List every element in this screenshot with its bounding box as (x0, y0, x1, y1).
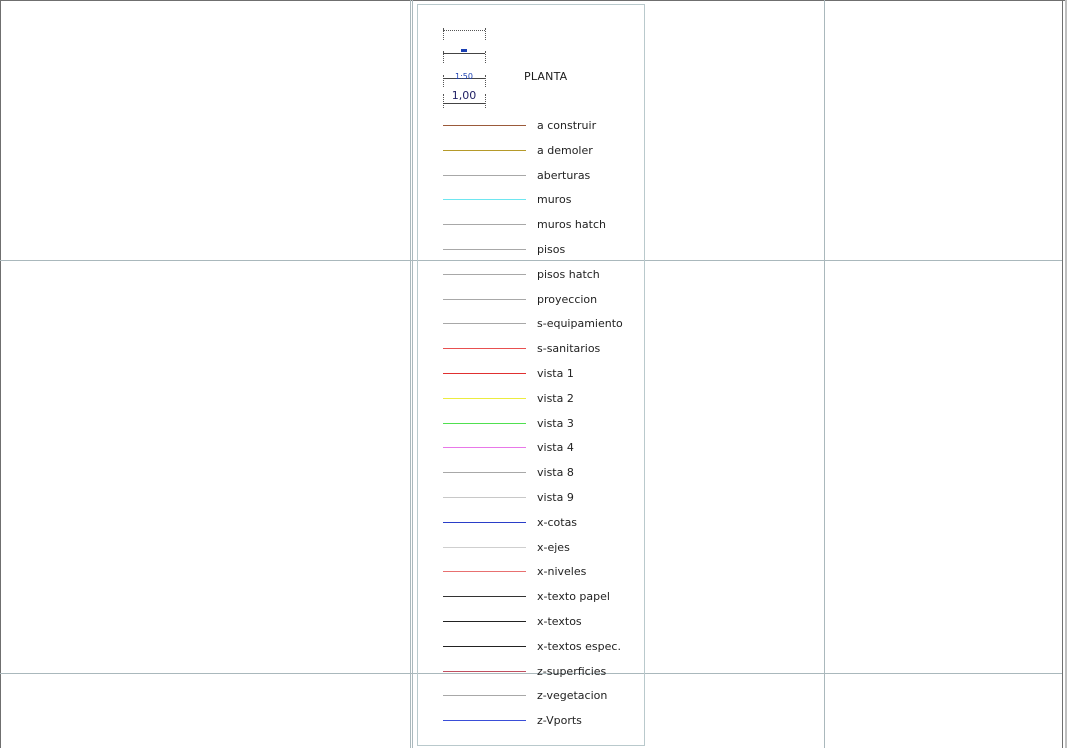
layer-name: x-texto papel (537, 590, 610, 604)
drawing-canvas: 1:50 1,00 PLANTA a construir a demoler abe… (0, 0, 1067, 748)
layer-name: pisos (537, 243, 566, 256)
layer-line-swatch (443, 373, 526, 374)
layer-name: aberturas (537, 168, 591, 182)
layer-name: s-sanitarios (537, 342, 601, 356)
layer-line-swatch (443, 645, 526, 647)
layer-name: muros (537, 193, 572, 207)
grid-line-vertical-1 (410, 0, 411, 748)
layer-line-swatch (443, 422, 526, 424)
layer-name: a demoler (537, 143, 593, 157)
sheet-border-left (0, 0, 1, 748)
layer-line-swatch (443, 174, 526, 176)
sheet-border-right (1062, 0, 1063, 748)
layer-row: proyeccion (443, 293, 643, 307)
layer-row: x-textos (443, 615, 643, 629)
layer-line-swatch (443, 249, 526, 250)
layer-name: z-vegetacion (537, 689, 608, 703)
layer-line-swatch (443, 397, 526, 399)
layer-row: a construir (443, 119, 643, 133)
grid-line-vertical-3 (824, 0, 825, 748)
layer-row: aberturas (443, 169, 643, 183)
layer-line-swatch (443, 298, 526, 300)
layer-line-swatch (443, 670, 526, 672)
dimension-tick-right (485, 51, 486, 63)
layer-name: z-Vports (537, 714, 582, 728)
scale-label: 1:50 (455, 72, 473, 81)
dimension-marker (461, 49, 467, 52)
legend-title: PLANTA (524, 70, 568, 83)
layer-line-swatch (443, 497, 526, 498)
layer-name: vista 3 (537, 416, 574, 430)
scale-dimension: 1,00 (442, 90, 488, 112)
scale-dimension (442, 49, 488, 65)
layer-line-swatch (443, 199, 526, 201)
layer-name: vista 9 (537, 491, 574, 504)
layer-name: pisos hatch (537, 267, 600, 281)
layer-line-swatch (443, 273, 526, 275)
layer-line-swatch (443, 720, 526, 722)
dimension-line (443, 53, 485, 54)
dimension-tick-right (485, 28, 486, 40)
layer-row: vista 1 (443, 367, 643, 381)
layer-row: s-equipamiento (443, 317, 643, 331)
layer-row: vista 9 (443, 491, 643, 505)
layer-line-swatch (443, 224, 526, 226)
layer-row: x-niveles (443, 565, 643, 579)
grid-line-vertical-2 (412, 0, 413, 748)
layer-name: x-ejes (537, 540, 570, 554)
dimension-line (443, 30, 485, 31)
layer-line-swatch (443, 571, 526, 573)
layer-row: vista 8 (443, 466, 643, 480)
layer-name: x-niveles (537, 565, 587, 579)
layer-line-swatch (443, 546, 526, 548)
dimension-line (443, 103, 485, 104)
layer-row: pisos (443, 243, 643, 257)
layer-name: x-textos (537, 615, 582, 628)
layer-row: x-texto papel (443, 590, 643, 604)
layer-name: a construir (537, 119, 597, 132)
layer-line-swatch (443, 472, 526, 474)
layer-line-swatch (443, 596, 526, 598)
layer-line-swatch (443, 348, 526, 350)
layer-name: z-superficies (537, 664, 607, 678)
layer-name: muros hatch (537, 218, 606, 232)
layer-row: z-superficies (443, 665, 643, 679)
layer-row: vista 4 (443, 441, 643, 455)
layer-row: z-Vports (443, 714, 643, 728)
layer-row: muros hatch (443, 218, 643, 232)
layer-line-swatch (443, 521, 526, 523)
sheet-border-top (0, 0, 1067, 1)
layer-line-swatch (443, 323, 526, 325)
layer-name: vista 2 (537, 391, 574, 405)
layer-row: pisos hatch (443, 268, 643, 282)
layer-name: x-cotas (537, 515, 578, 529)
layer-name: vista 4 (537, 441, 574, 455)
scale-dimension: 1:50 (442, 72, 488, 89)
layer-row: a demoler (443, 144, 643, 158)
layer-name: vista 8 (537, 466, 574, 480)
layer-line-swatch (443, 149, 526, 151)
layer-row: muros (443, 193, 643, 207)
layer-name: vista 1 (537, 367, 574, 380)
layer-line-swatch (443, 621, 526, 622)
scale-dimensions: 1:50 1,00 (442, 26, 488, 118)
layer-row: vista 2 (443, 392, 643, 406)
layer-row: x-ejes (443, 541, 643, 555)
layer-name: x-textos espec. (537, 639, 621, 653)
layer-row: x-textos espec. (443, 640, 643, 654)
scale-dimension (442, 28, 488, 42)
scale-label: 1,00 (451, 89, 477, 102)
layer-row: s-sanitarios (443, 342, 643, 356)
layer-row: z-vegetacion (443, 689, 643, 703)
layer-row: x-cotas (443, 516, 643, 530)
layer-line-swatch (443, 125, 526, 126)
layer-name: proyeccion (537, 292, 598, 306)
layer-row: vista 3 (443, 417, 643, 431)
layer-name: s-equipamiento (537, 317, 623, 331)
layer-line-swatch (443, 695, 526, 697)
layer-line-swatch (443, 447, 526, 449)
